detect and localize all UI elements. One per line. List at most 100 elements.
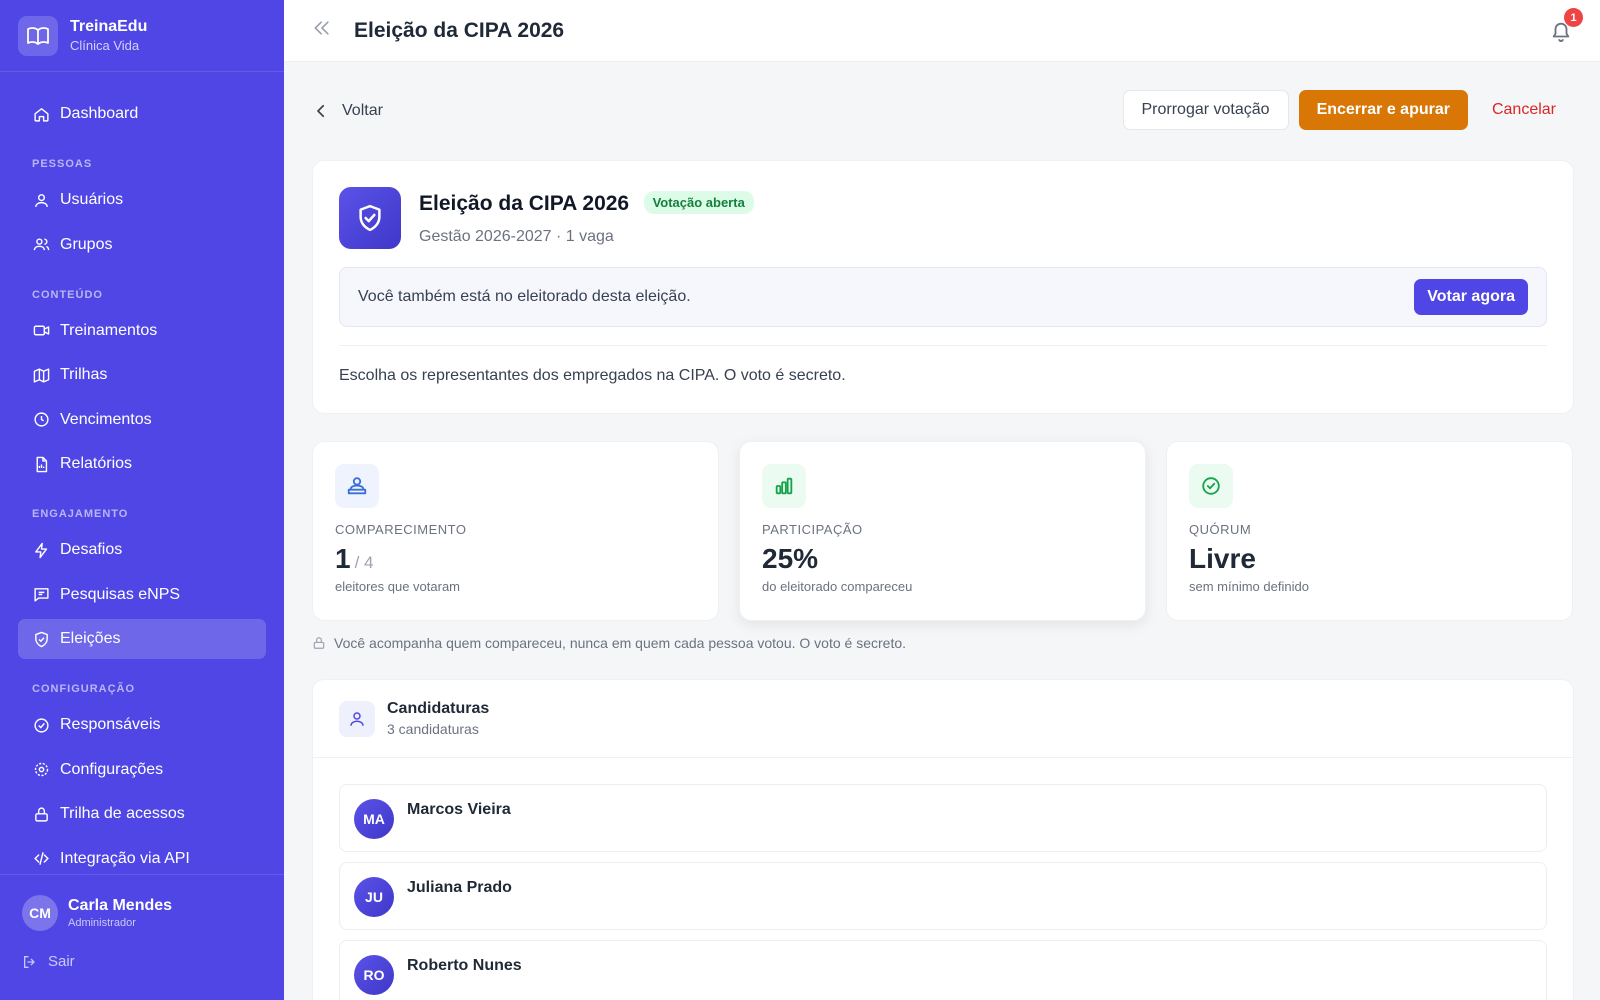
main-content: Voltar Prorrogar votação Encerrar e apur… bbox=[312, 62, 1574, 1000]
election-actions: Prorrogar votação Encerrar e apurar Canc… bbox=[1122, 90, 1575, 130]
sidebar-item-label: Eleições bbox=[60, 630, 121, 647]
bell-icon bbox=[1550, 22, 1572, 46]
election-subtitle: Gestão 2026-2027 · 1 vaga bbox=[419, 227, 614, 245]
sidebar-item-trilha-acessos[interactable]: Trilha de acessos bbox=[18, 794, 266, 834]
back-label: Voltar bbox=[342, 102, 383, 119]
voter-notice: Você também está no eleitorado desta ele… bbox=[339, 267, 1547, 327]
sidebar-item-label: Desafios bbox=[60, 541, 123, 558]
candidates-title: Candidaturas bbox=[387, 700, 490, 717]
list-item: RO Roberto Nunes bbox=[339, 940, 1547, 1000]
attendance-stat-card: COMPARECIMENTO 1/ 4 eleitores que votara… bbox=[312, 441, 719, 621]
list-item: JU Juliana Prado bbox=[339, 862, 1547, 930]
sidebar: TreinaEdu Clínica Vida Dashboard PESSOAS… bbox=[0, 0, 284, 1000]
candidates-count: 3 candidaturas bbox=[387, 721, 479, 737]
election-header: Eleição da CIPA 2026 Votação aberta Gest… bbox=[339, 187, 1547, 249]
stat-label: PARTICIPAÇÃO bbox=[762, 522, 863, 537]
double-chevron-left-icon bbox=[312, 18, 332, 43]
sidebar-item-label: Usuários bbox=[60, 191, 124, 208]
close-and-count-button[interactable]: Encerrar e apurar bbox=[1298, 90, 1468, 130]
stat-value: 1/ 4 bbox=[335, 543, 696, 575]
actions-row: Voltar Prorrogar votação Encerrar e apur… bbox=[312, 62, 1574, 160]
home-icon bbox=[32, 105, 50, 123]
back-button[interactable]: Voltar bbox=[312, 102, 383, 120]
nav-section-conteudo: CONTEÚDO bbox=[32, 288, 103, 301]
sidebar-nav: Dashboard PESSOAS Usuários Grupos CONTEÚ… bbox=[0, 72, 284, 879]
lightning-icon bbox=[32, 541, 50, 559]
collapse-sidebar-button[interactable] bbox=[312, 18, 332, 43]
user-icon bbox=[339, 700, 375, 737]
candidate-name: Roberto Nunes bbox=[407, 957, 522, 974]
logout-button[interactable]: Sair bbox=[22, 953, 262, 970]
code-icon bbox=[32, 850, 50, 868]
participation-stat-card: PARTICIPAÇÃO 25% do eleitorado comparece… bbox=[739, 441, 1146, 621]
voter-notice-text: Você também está no eleitorado desta ele… bbox=[358, 288, 691, 305]
check-circle-icon bbox=[1189, 464, 1233, 508]
logout-label: Sair bbox=[48, 953, 75, 970]
candidate-name: Juliana Prado bbox=[407, 879, 512, 896]
stat-value: 25% bbox=[762, 543, 819, 574]
sidebar-item-pesquisas[interactable]: Pesquisas eNPS bbox=[18, 575, 266, 615]
user-name: Carla Mendes bbox=[68, 897, 173, 914]
clock-icon bbox=[32, 411, 50, 429]
avatar: JU bbox=[354, 877, 394, 917]
divider bbox=[339, 345, 1547, 346]
sidebar-item-label: Relatórios bbox=[60, 455, 133, 472]
shield-check-icon bbox=[339, 187, 401, 249]
sidebar-item-eleicoes[interactable]: Eleições bbox=[18, 619, 266, 659]
quorum-stat-card: QUÓRUM Livre sem mínimo definido bbox=[1166, 441, 1573, 621]
election-summary-card: Eleição da CIPA 2026 Votação aberta Gest… bbox=[312, 160, 1574, 414]
stat-caption: sem mínimo definido bbox=[1189, 579, 1309, 594]
sidebar-item-configuracoes[interactable]: Configurações bbox=[18, 750, 266, 790]
logout-icon bbox=[22, 954, 38, 970]
sidebar-item-integracao[interactable]: Integração via API bbox=[18, 839, 266, 879]
vote-now-button[interactable]: Votar agora bbox=[1414, 279, 1528, 315]
brand-name: TreinaEdu bbox=[70, 17, 148, 35]
sidebar-footer: CM Carla Mendes Administrador Sair bbox=[0, 874, 284, 1000]
check-circle-icon bbox=[32, 716, 50, 734]
sidebar-item-label: Trilha de acessos bbox=[60, 805, 185, 822]
sidebar-item-desafios[interactable]: Desafios bbox=[18, 530, 266, 570]
candidate-name: Marcos Vieira bbox=[407, 801, 511, 818]
lock-icon bbox=[312, 636, 326, 650]
user-icon bbox=[32, 191, 50, 209]
users-icon bbox=[32, 236, 50, 254]
attendance-count: 1 bbox=[335, 543, 351, 574]
stat-label: QUÓRUM bbox=[1189, 522, 1252, 537]
sidebar-item-label: Grupos bbox=[60, 235, 113, 253]
notifications-button[interactable]: 1 bbox=[1550, 8, 1583, 47]
sidebar-item-trilhas[interactable]: Trilhas bbox=[18, 355, 266, 395]
video-icon bbox=[32, 322, 50, 340]
book-icon bbox=[18, 15, 58, 56]
election-description: Escolha os representantes dos empregados… bbox=[339, 367, 846, 384]
brand-org: Clínica Vida bbox=[70, 37, 140, 53]
sidebar-item-dashboard[interactable]: Dashboard bbox=[18, 94, 266, 134]
topbar: Eleição da CIPA 2026 1 bbox=[284, 0, 1600, 62]
nav-section-pessoas: PESSOAS bbox=[32, 158, 93, 170]
user-profile[interactable]: CM Carla Mendes Administrador bbox=[22, 895, 262, 931]
nav-section-configuracao: CONFIGURAÇÃO bbox=[32, 683, 136, 695]
sidebar-item-usuarios[interactable]: Usuários bbox=[18, 180, 266, 220]
candidates-list: MA Marcos Vieira JU Juliana Prado RO Rob… bbox=[313, 758, 1573, 1000]
privacy-note: Você acompanha quem compareceu, nunca em… bbox=[312, 635, 1574, 651]
sidebar-item-responsaveis[interactable]: Responsáveis bbox=[18, 705, 266, 745]
lock-icon bbox=[32, 805, 50, 823]
status-badge: Votação aberta bbox=[643, 190, 754, 214]
cancel-button[interactable]: Cancelar bbox=[1474, 90, 1574, 130]
privacy-note-text: Você acompanha quem compareceu, nunca em… bbox=[334, 635, 907, 651]
sidebar-item-label: Vencimentos bbox=[60, 410, 152, 428]
sidebar-item-vencimentos[interactable]: Vencimentos bbox=[18, 400, 266, 440]
voter-icon bbox=[335, 464, 379, 508]
stat-caption: eleitores que votaram bbox=[335, 579, 461, 594]
user-role: Administrador bbox=[68, 917, 136, 929]
stats-row: COMPARECIMENTO 1/ 4 eleitores que votara… bbox=[312, 441, 1574, 621]
sidebar-item-treinamentos[interactable]: Treinamentos bbox=[18, 311, 266, 351]
gear-icon bbox=[32, 761, 50, 779]
list-item: MA Marcos Vieira bbox=[339, 784, 1547, 852]
candidates-header: Candidaturas 3 candidaturas bbox=[313, 680, 1573, 758]
sidebar-item-relatorios[interactable]: Relatórios bbox=[18, 444, 266, 484]
extend-voting-button[interactable]: Prorrogar votação bbox=[1122, 90, 1289, 130]
stat-label: COMPARECIMENTO bbox=[335, 522, 467, 537]
nav-section-engajamento: ENGAJAMENTO bbox=[32, 508, 129, 520]
sidebar-item-grupos[interactable]: Grupos bbox=[18, 225, 266, 265]
map-icon bbox=[32, 366, 50, 384]
